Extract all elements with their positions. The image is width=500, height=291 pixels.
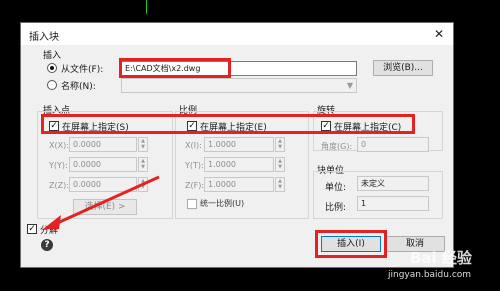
ip-y-label: Y(Y): [49,161,68,170]
close-icon[interactable]: ✕ [427,24,451,44]
baidu-jingyan-watermark: Bai 经验 [410,249,472,267]
factor-field: 1 [357,196,429,211]
ip-x-field[interactable]: 0.0000 [69,137,137,152]
scale-y-value: 1.0000 [208,160,236,169]
uniform-scale-checkbox[interactable] [187,199,197,209]
name-radio[interactable] [47,80,57,90]
unit-field: 未定义 [357,176,429,191]
scale-x-label: X(I): [185,141,202,150]
scale-y-label: Y(T): [185,161,204,170]
ip-y-field[interactable]: 0.0000 [69,157,137,172]
ip-y-spinner[interactable]: ▲ ▼ [138,157,148,172]
name-label: 名称(N): [61,82,96,92]
scale-x-spinner[interactable]: ▲ ▼ [275,137,285,152]
highlight-file-path [119,58,231,78]
help-icon[interactable]: ? [41,239,53,251]
angle-label: 角度(G): [321,142,353,151]
factor-label: 比例: [325,203,347,213]
angle-value: 0 [361,140,367,149]
insert-block-dialog: 插入块 ✕ 插入 从文件(F): E:\CAD文档\x2.dwg 浏览(B)..… [20,22,454,268]
highlight-insert-button [315,230,387,258]
unit-label: 单位: [325,183,347,193]
ip-x-spinner[interactable]: ▲ ▼ [138,137,148,152]
name-dropdown[interactable]: ▼ [121,78,357,93]
scale-z-value: 1.0000 [208,180,236,189]
unit-value: 未定义 [361,179,385,188]
from-file-radio[interactable] [47,63,57,73]
chevron-down-icon: ▼ [346,81,353,90]
uniform-scale-label: 统一比例(U) [200,199,245,208]
scale-z-field[interactable]: 1.0000 [204,177,274,192]
title-bar[interactable]: 插入块 ✕ [21,23,453,45]
scale-x-field[interactable]: 1.0000 [204,137,274,152]
factor-value: 1 [361,199,367,208]
scale-z-label: Z(F): [185,181,205,190]
insert-group-label: 插入 [43,51,62,61]
scale-z-spinner[interactable]: ▲ ▼ [275,177,285,192]
scale-y-field[interactable]: 1.0000 [204,157,274,172]
ip-y-value: 0.0000 [73,160,101,169]
red-arrow-annotation [43,175,160,229]
scale-x-value: 1.0000 [208,140,236,149]
ip-x-label: X(X): [49,141,69,150]
dialog-title: 插入块 [29,32,59,43]
browse-button[interactable]: 浏览(B)... [373,60,433,76]
angle-field[interactable]: 0 [357,137,429,152]
ip-x-value: 0.0000 [73,140,101,149]
highlight-specify-on-screen [41,114,415,134]
from-file-label: 从文件(F): [61,65,104,75]
watermark-url: jingyan.baidu.com [388,270,472,280]
scale-y-spinner[interactable]: ▲ ▼ [275,157,285,172]
cad-crosshair-line [146,0,147,14]
